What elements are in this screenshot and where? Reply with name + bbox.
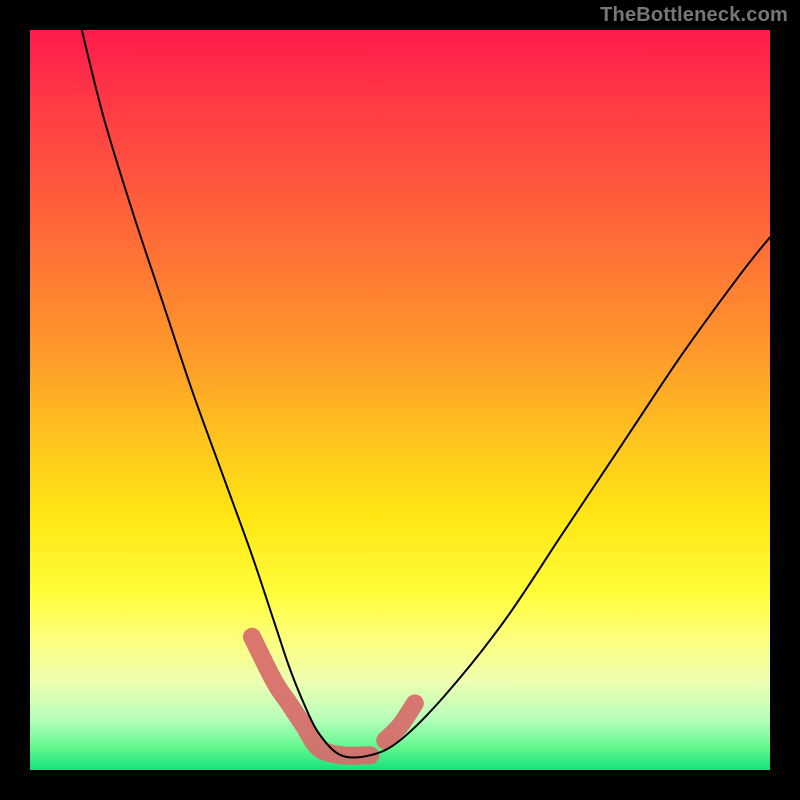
bottleneck-curve bbox=[82, 30, 770, 758]
curve-layer bbox=[30, 30, 770, 770]
highlight-left-segment bbox=[252, 637, 370, 756]
highlight-right-segment bbox=[385, 703, 415, 740]
plot-area bbox=[30, 30, 770, 770]
chart-stage: TheBottleneck.com bbox=[0, 0, 800, 800]
watermark-label: TheBottleneck.com bbox=[600, 4, 788, 27]
